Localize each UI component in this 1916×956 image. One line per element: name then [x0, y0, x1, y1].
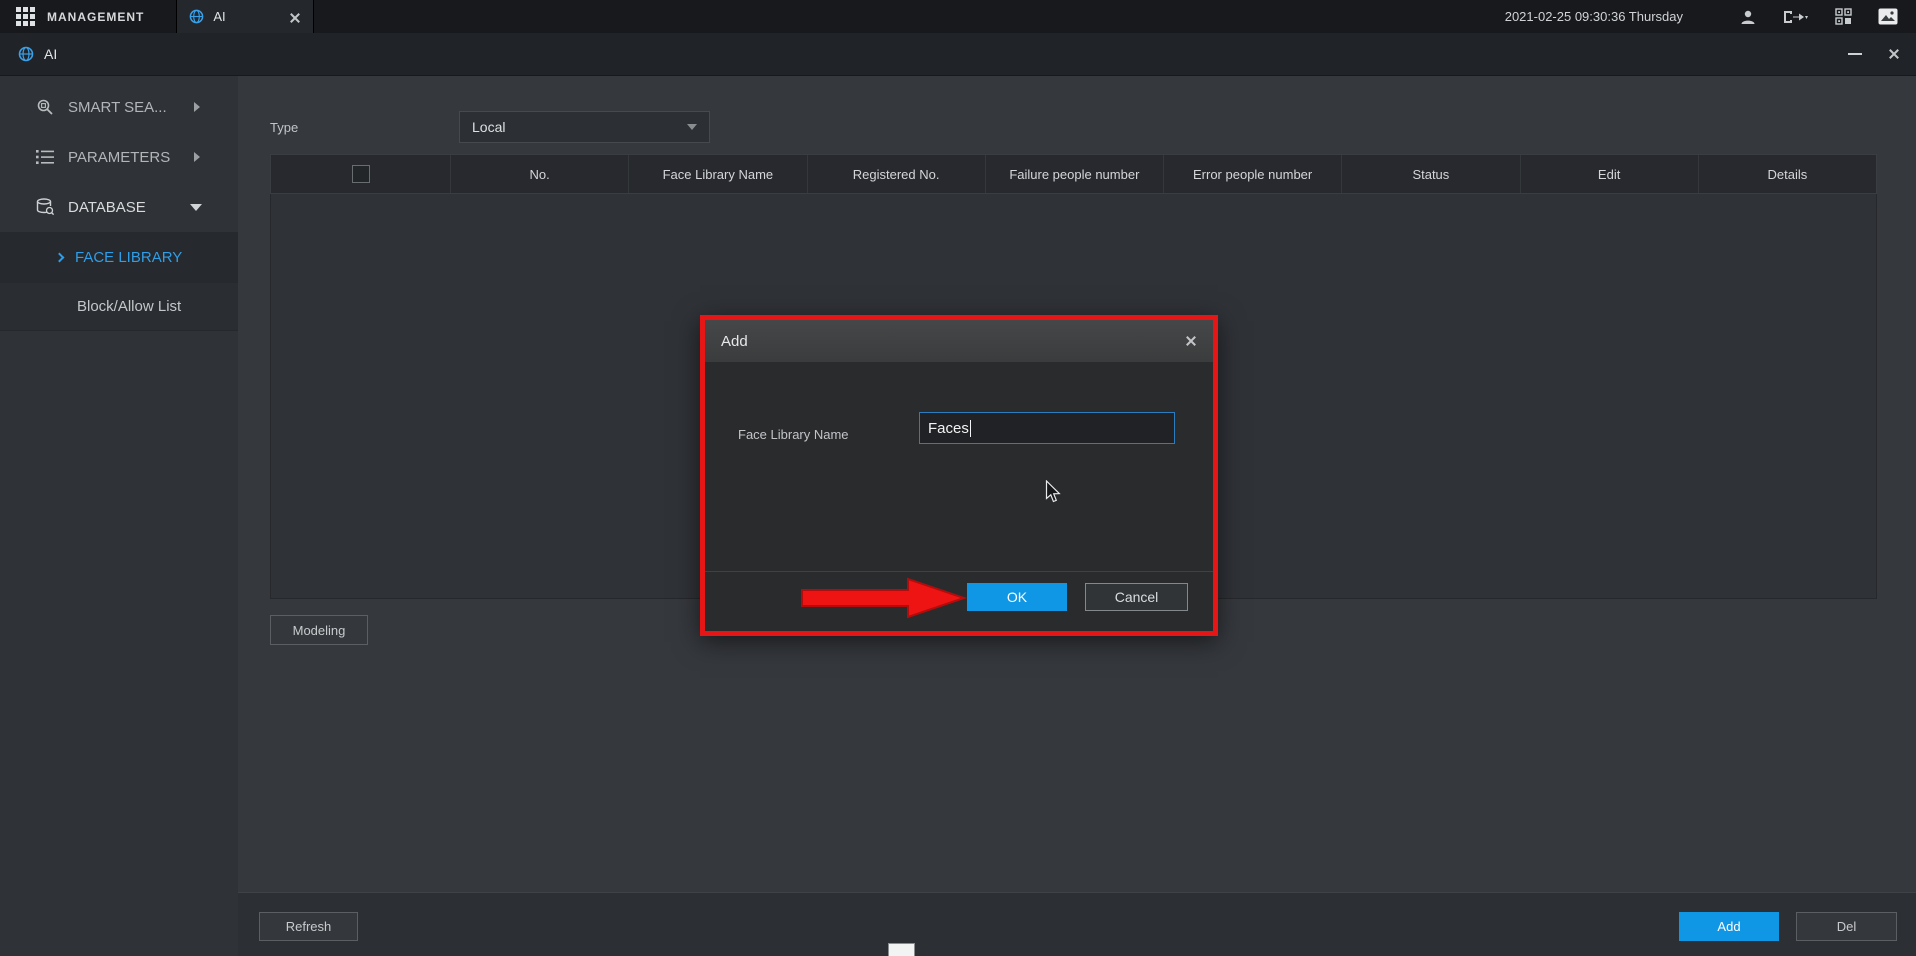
column-header-details[interactable]: Details	[1699, 155, 1876, 193]
column-header-status[interactable]: Status	[1342, 155, 1520, 193]
tab-label: AI	[213, 9, 225, 24]
window-controls	[1848, 48, 1916, 60]
management-label: MANAGEMENT	[47, 10, 144, 24]
ok-button[interactable]: OK	[967, 583, 1067, 611]
column-header-no[interactable]: No.	[451, 155, 629, 193]
annotation-arrow	[800, 576, 968, 620]
minimize-button[interactable]	[1848, 53, 1862, 55]
type-select-value: Local	[472, 119, 505, 135]
modeling-button[interactable]: Modeling	[270, 615, 368, 645]
column-header-failure-people-number[interactable]: Failure people number	[986, 155, 1164, 193]
partial-white-box	[888, 943, 915, 956]
mouse-cursor	[1045, 480, 1061, 504]
header-checkbox-cell	[271, 155, 451, 193]
database-icon	[36, 198, 54, 216]
chevron-down-icon	[190, 204, 202, 211]
sidebar: SMART SEA... PARAMETERS DATABASE	[0, 76, 238, 956]
sidebar-subitem-label: Block/Allow List	[77, 298, 181, 315]
type-label: Type	[270, 120, 298, 135]
sidebar-item-database[interactable]: DATABASE	[0, 182, 238, 232]
logout-icon[interactable]	[1783, 9, 1809, 25]
sidebar-subitem-face-library[interactable]: FACE LIBRARY	[0, 232, 238, 283]
sidebar-item-smart-search[interactable]: SMART SEA...	[0, 82, 238, 132]
face-library-name-input[interactable]: Faces	[919, 412, 1175, 444]
image-icon[interactable]	[1878, 8, 1898, 25]
dialog-title: Add	[721, 333, 748, 350]
column-header-registered-no[interactable]: Registered No.	[808, 155, 986, 193]
user-icon[interactable]	[1739, 8, 1757, 26]
footer-bar: Refresh Add Del	[238, 892, 1916, 956]
chevron-down-icon	[687, 124, 697, 130]
input-text: Faces	[928, 420, 969, 437]
ai-tab[interactable]: AI	[176, 0, 314, 33]
sidebar-subitem-label: FACE LIBRARY	[75, 249, 182, 266]
window-titlebar: AI	[0, 33, 1916, 76]
datetime: 2021-02-25 09:30:36 Thursday	[1505, 9, 1683, 24]
globe-icon	[189, 9, 204, 24]
sidebar-item-parameters[interactable]: PARAMETERS	[0, 132, 238, 182]
tab-close-icon[interactable]	[289, 11, 301, 23]
dialog-titlebar: Add	[705, 320, 1213, 362]
chevron-right-icon	[194, 152, 200, 162]
dialog-close-icon[interactable]	[1185, 335, 1197, 347]
close-button[interactable]	[1888, 48, 1900, 60]
window-title: AI	[44, 46, 57, 62]
del-button[interactable]: Del	[1796, 912, 1897, 941]
refresh-button[interactable]: Refresh	[259, 912, 358, 941]
chevron-right-icon	[194, 102, 200, 112]
sidebar-item-label: PARAMETERS	[68, 149, 170, 166]
table-header: No. Face Library Name Registered No. Fai…	[270, 154, 1877, 194]
face-library-name-label: Face Library Name	[738, 427, 849, 442]
top-right-controls: 2021-02-25 09:30:36 Thursday	[1505, 8, 1916, 26]
column-header-edit[interactable]: Edit	[1521, 155, 1699, 193]
top-bar: MANAGEMENT AI 2021-02-25 09:30:36 Thursd…	[0, 0, 1916, 33]
column-header-error-people-number[interactable]: Error people number	[1164, 155, 1342, 193]
search-icon	[36, 98, 54, 116]
column-header-face-library-name[interactable]: Face Library Name	[629, 155, 807, 193]
cancel-button[interactable]: Cancel	[1085, 583, 1188, 611]
screen: MANAGEMENT AI 2021-02-25 09:30:36 Thursd…	[0, 0, 1916, 956]
text-caret	[970, 420, 971, 437]
window-globe-icon	[18, 46, 34, 62]
select-all-checkbox[interactable]	[352, 165, 370, 183]
apps-grid-icon[interactable]	[16, 7, 35, 26]
add-button[interactable]: Add	[1679, 912, 1779, 941]
dialog-divider	[705, 571, 1213, 572]
list-icon	[36, 149, 54, 165]
type-select[interactable]: Local	[459, 111, 710, 143]
chevron-right-icon	[55, 253, 65, 263]
sidebar-item-label: SMART SEA...	[68, 99, 167, 116]
qr-icon[interactable]	[1835, 8, 1852, 25]
sidebar-item-label: DATABASE	[68, 199, 146, 216]
sidebar-subitem-block-allow-list[interactable]: Block/Allow List	[0, 283, 238, 331]
